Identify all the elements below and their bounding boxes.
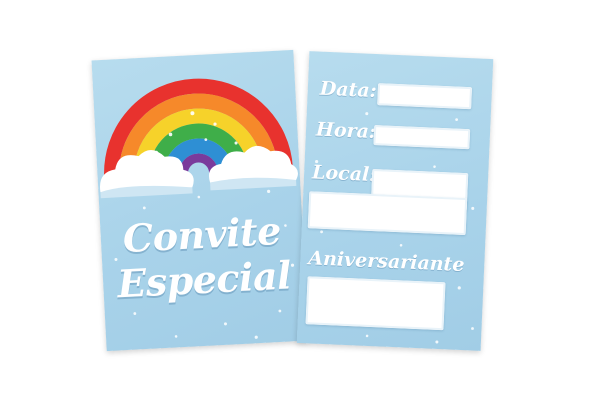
location-field[interactable]	[307, 191, 468, 236]
date-field[interactable]	[377, 83, 473, 110]
title-line-2: Especial	[116, 252, 293, 307]
invitation-back-card: Data: Hora: Local: Aniversariante	[296, 51, 494, 351]
time-label: Hora:	[315, 118, 377, 144]
date-label: Data:	[319, 77, 378, 103]
location-label: Local:	[311, 161, 377, 187]
rainbow-illustration	[99, 78, 298, 199]
birthday-person-field[interactable]	[305, 276, 446, 331]
invitation-front-card: Convite Especial	[91, 49, 309, 352]
time-field[interactable]	[373, 125, 471, 150]
